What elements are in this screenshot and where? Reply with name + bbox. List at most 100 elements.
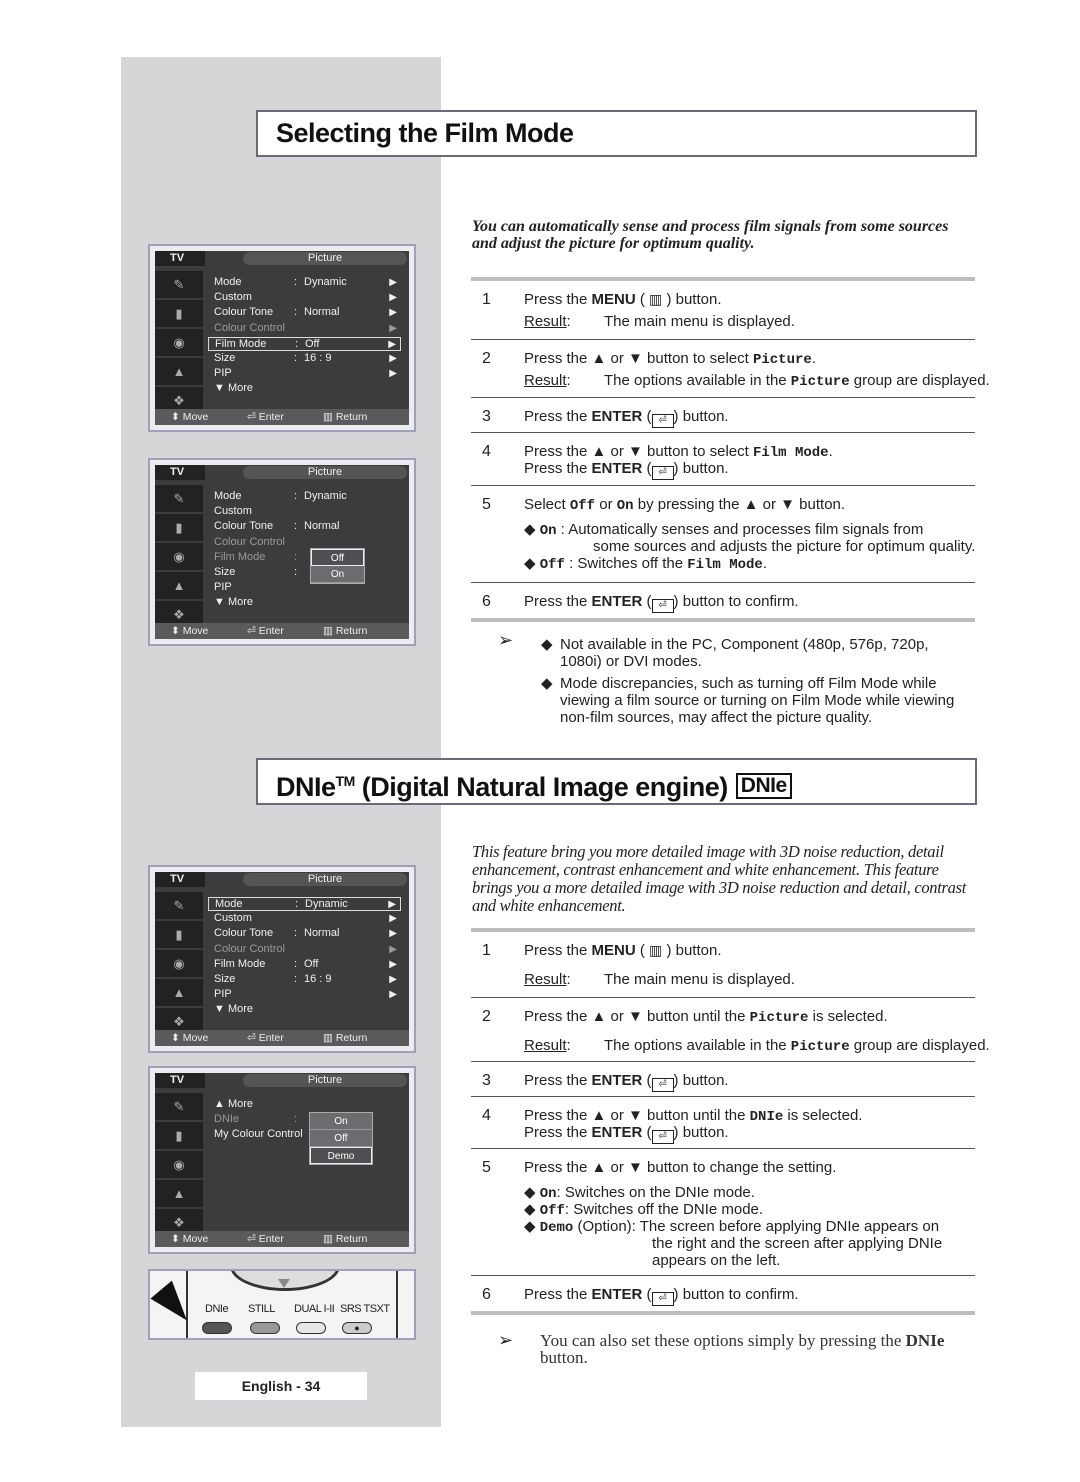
remote-button-srs-tsxt[interactable]: ● [342,1322,372,1334]
menu-item[interactable]: Colour Control ▶ [208,322,401,336]
menu-item[interactable]: Film Mode: [208,551,401,565]
step-number: 1 [482,942,491,959]
colon: : [294,490,298,502]
option-on[interactable]: On [310,1113,372,1130]
step-text: ENTER [591,1124,643,1141]
return-hint: ▥ Return [323,1032,368,1044]
remote-button-still[interactable] [250,1322,280,1334]
menu-item-label: My Colour Control [214,1128,303,1141]
step-line: Press the ENTER (⏎) button to confirm. [524,593,799,613]
remote-label: SRS TSXT [340,1303,390,1315]
menu-tv-label: TV [155,251,205,266]
step-line: Press the MENU ( ▥ ) button. [524,942,721,959]
arrow-right-icon: ▶ [389,928,397,940]
menu-item[interactable]: Colour Control [208,536,401,550]
step-text: or [595,496,617,513]
menu-item[interactable]: Film Mode: Off ▶ [208,336,401,351]
step-2: 2 Press the ▲ or ▼ button to select Pictu… [471,339,990,397]
menu-item[interactable]: ▲ More [208,1098,401,1112]
menu-item-label: ▲ More [214,1098,254,1110]
menu-item[interactable]: ▼ More [208,382,401,396]
menu-item[interactable]: Colour Tone: Normal ▶ [208,927,401,941]
step-text: ) button to confirm. [673,1286,799,1303]
menu-item-label: Mode [214,276,242,288]
menu-item[interactable]: Film Mode: Off ▶ [208,958,401,972]
step-text: ENTER [591,1072,643,1089]
enter-hint: ⏎ Enter [247,1032,284,1044]
remote-label: DNIe [205,1303,229,1315]
step-text: Result [524,313,567,330]
remote-button-dnie[interactable] [202,1322,232,1334]
result-text: The options available in the Picture gro… [604,1037,990,1056]
step-text: Off [539,557,565,573]
menu-icon-column: ✎ ▮ ◉ ▲ ❖ [155,892,203,1037]
page-number: English - 34 [195,1372,367,1400]
menu-item-label: Size [214,566,236,578]
step-text: ) button to confirm. [673,593,799,610]
menu-item[interactable]: Size: [208,566,401,580]
enter-hint: ⏎ Enter [247,625,284,637]
menu-item[interactable]: Mode: Dynamic ▶ [208,276,401,290]
step-number: 4 [482,1107,491,1124]
menu-item-value: Normal [304,520,340,533]
steps-dnie: 1 Press the MENU ( ▥ ) button. Result: The … [471,928,990,1315]
option-demo[interactable]: Demo [310,1147,372,1164]
remote-label: DUAL I-II [294,1303,335,1315]
menu-item-label: Colour Tone [214,927,274,940]
dnie-logo: DNIe [735,773,792,799]
step-text: group are displayed. [849,1037,990,1054]
menu-item[interactable]: Size:16 : 9 ▶ [208,352,401,366]
step-text: Off [539,1203,565,1219]
menu-item[interactable]: PIP [208,581,401,595]
menu-item[interactable]: PIP ▶ [208,367,401,381]
menu-item[interactable]: Colour Tone: Normal [208,520,401,534]
step-text: ( [642,593,652,610]
menu-item[interactable]: Size:16 : 9 ▶ [208,973,401,987]
menu-item[interactable]: Custom [208,505,401,519]
colon: : [294,276,298,288]
menu-item[interactable]: Custom ▶ [208,291,401,305]
option-off[interactable]: Off [310,1130,372,1147]
step-text: : [566,313,571,330]
step-text: Picture [790,374,850,390]
enter-icon: ⏎ [651,414,674,428]
menu-item[interactable]: ▼ More [208,596,401,610]
menu-item[interactable]: Mode: Dynamic [208,490,401,504]
sound-icon: ◉ [155,1151,203,1178]
step-text: ( [642,1286,652,1303]
step-line: Result: The options available in the Pict… [524,372,990,390]
menu-item[interactable]: Colour Control ▶ [208,943,401,957]
option-off[interactable]: Off [311,549,364,566]
menu-header: Picture [243,466,407,479]
step-number: 3 [482,1072,491,1089]
menu-item[interactable]: PIP ▶ [208,988,401,1002]
option-popup: Off On [310,548,365,584]
antenna-icon: ✎ [155,1093,203,1120]
menu-item-value: Normal [304,927,340,940]
step-text: ◆ [524,1184,540,1201]
move-hint: ⬍ Move [171,625,209,637]
menu-item-label: PIP [214,367,232,380]
step-text: ) button. [673,460,729,477]
menu-footer: ⬍ Move ⏎ Enter ▥ Return [155,623,409,639]
colon: : [294,1113,298,1126]
menu-item[interactable]: ▼ More [208,1003,401,1017]
menu-item[interactable]: Mode: Dynamic ▶ [208,897,401,911]
step-text: Press the ▲ or ▼ button until the [524,1107,750,1124]
menu-item[interactable]: Custom ▶ [208,912,401,926]
colon: : [294,957,298,970]
note-text: You can also set these options simply by… [540,1331,902,1350]
menu-item-value: Dynamic [304,490,347,502]
menu-footer: ⬍ Move ⏎ Enter ▥ Return [155,1030,409,1046]
step-text: ( [642,408,652,425]
colon: : [294,973,298,985]
step-text: . [828,443,833,460]
menu-item[interactable]: Colour Tone: Normal ▶ [208,306,401,320]
colon: : [294,550,298,563]
arrow-right-icon: ▶ [389,989,397,1001]
step-text: Press the [524,460,592,477]
return-hint: ▥ Return [323,411,368,423]
menu-header: Picture [243,873,407,886]
option-on[interactable]: On [311,566,364,583]
remote-button-dual-i-ii[interactable] [296,1322,326,1334]
